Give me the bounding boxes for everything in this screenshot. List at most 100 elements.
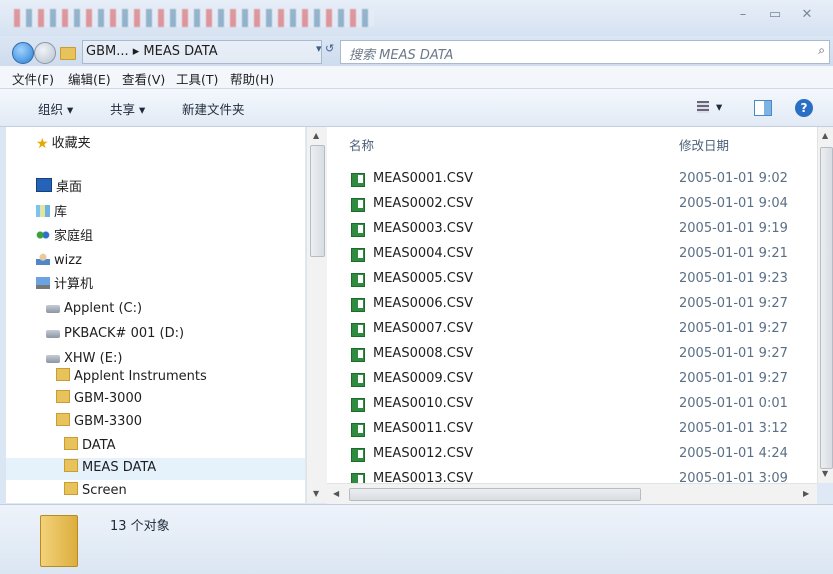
table-row[interactable]: MEAS0007.CSV 2005-01-01 9:27 [327,319,817,341]
nav-folder-screen[interactable]: Screen [64,481,127,501]
close-button[interactable]: ✕ [792,4,822,26]
nav-user[interactable]: wizz [36,251,82,271]
table-row[interactable]: MEAS0004.CSV 2005-01-01 9:21 [327,244,817,266]
table-row[interactable]: MEAS0010.CSV 2005-01-01 0:01 [327,394,817,416]
view-dropdown-icon[interactable]: ▾ [716,99,722,114]
file-date: 2005-01-01 9:27 [679,321,788,336]
table-row[interactable]: MEAS0008.CSV 2005-01-01 9:27 [327,344,817,366]
nav-desktop[interactable]: 桌面 [36,178,82,198]
csv-file-icon [351,473,365,483]
scroll-right-icon[interactable]: ▶ [803,489,809,498]
csv-file-icon [351,223,365,237]
menu-bar: 文件(F) 编辑(E) 查看(V) 工具(T) 帮助(H) [0,66,833,89]
refresh-icon[interactable]: ▾ ↺ [316,42,334,55]
new-folder-button[interactable]: 新建文件夹 [182,99,245,118]
scroll-down-icon[interactable]: ▼ [822,469,828,478]
scroll-left-icon[interactable]: ◀ [333,489,339,498]
nav-folder-gbm3000[interactable]: GBM-3000 [56,389,142,409]
table-row[interactable]: MEAS0005.CSV 2005-01-01 9:23 [327,269,817,291]
nav-folder-data[interactable]: DATA [64,436,116,456]
table-row[interactable]: MEAS0003.CSV 2005-01-01 9:19 [327,219,817,241]
nav-label: 计算机 [54,277,94,292]
scroll-down-icon[interactable]: ▼ [313,489,319,498]
nav-libraries[interactable]: 库 [36,203,67,223]
menu-tools[interactable]: 工具(T) [176,69,218,88]
maximize-button[interactable]: ▭ [760,4,790,26]
file-date: 2005-01-01 3:09 [679,471,788,483]
scroll-up-icon[interactable]: ▲ [313,131,319,140]
file-name: MEAS0004.CSV [373,246,474,261]
table-row[interactable]: MEAS0009.CSV 2005-01-01 9:27 [327,369,817,391]
file-list-scrollbar[interactable]: ▲ ▼ [817,127,833,483]
drive-icon [46,305,60,313]
table-row[interactable]: MEAS0011.CSV 2005-01-01 3:12 [327,419,817,441]
help-icon[interactable]: ? [795,99,813,117]
scroll-up-icon[interactable]: ▲ [822,131,828,140]
column-header-name[interactable]: 名称 [349,135,374,154]
search-input[interactable]: 搜索 MEAS DATA ⌕ [340,40,830,64]
folder-icon [64,459,78,472]
column-header-date[interactable]: 修改日期 [679,135,729,154]
navigation-pane: ★ 收藏夹 桌面 库 家庭组 wizz 计算机 Applent (C:) PKBA… [6,127,305,503]
nav-computer[interactable]: 计算机 [36,275,93,295]
nav-drive-c[interactable]: Applent (C:) [46,299,142,319]
nav-label: MEAS DATA [82,460,157,475]
file-name: MEAS0006.CSV [373,296,474,311]
file-name: MEAS0009.CSV [373,371,474,386]
nav-homegroup[interactable]: 家庭组 [36,227,93,247]
breadcrumb-separator[interactable]: ▸ [133,44,140,59]
view-options-icon[interactable] [697,101,709,113]
table-row[interactable]: MEAS0001.CSV 2005-01-01 9:02 [327,169,817,191]
breadcrumb-gbm[interactable]: GBM... [86,44,129,59]
nav-label: 收藏夹 [51,136,91,151]
folder-icon [60,47,76,60]
preview-pane-icon[interactable] [754,100,772,116]
nav-favorites[interactable]: ★ 收藏夹 [36,134,91,154]
nav-folder-gbm3300[interactable]: GBM-3300 [56,412,142,432]
file-hscroll-thumb[interactable] [349,488,641,501]
menu-view[interactable]: 查看(V) [122,69,165,88]
nav-scroll-thumb[interactable] [310,145,325,257]
file-scroll-thumb[interactable] [820,147,833,469]
file-name: MEAS0002.CSV [373,196,474,211]
quick-access-toolbar[interactable] [14,9,374,27]
nav-drive-e[interactable]: XHW (E:) [46,349,122,369]
file-name: MEAS0010.CSV [373,396,474,411]
menu-help[interactable]: 帮助(H) [230,69,274,88]
file-date: 2005-01-01 9:02 [679,171,788,186]
file-list-hscrollbar[interactable]: ◀ ▶ [327,483,817,504]
nav-drive-d[interactable]: PKBACK# 001 (D:) [46,324,184,344]
search-icon[interactable]: ⌕ [818,43,825,58]
file-date: 2005-01-01 9:27 [679,371,788,386]
csv-file-icon [351,398,365,412]
explorer-window: – ▭ ✕ GBM... ▸ MEAS DATA ▾ ↺ 搜索 MEAS DAT… [0,0,833,574]
star-icon: ★ [36,136,49,152]
folder-icon [56,413,70,426]
share-button[interactable]: 共享 ▾ [110,99,145,118]
menu-file[interactable]: 文件(F) [12,69,54,88]
nav-label: wizz [54,253,82,268]
menu-edit[interactable]: 编辑(E) [68,69,111,88]
table-row[interactable]: MEAS0012.CSV 2005-01-01 4:24 [327,444,817,466]
table-row[interactable]: MEAS0002.CSV 2005-01-01 9:04 [327,194,817,216]
nav-label: 桌面 [56,180,83,195]
nav-folder-applent[interactable]: Applent Instruments [56,367,207,387]
nav-label: PKBACK# 001 (D:) [64,326,185,341]
nav-folder-meas-data[interactable]: MEAS DATA [64,458,156,478]
back-button[interactable] [12,42,34,64]
csv-file-icon [351,423,365,437]
folder-icon [40,515,78,567]
nav-label: XHW (E:) [64,351,123,366]
forward-button[interactable] [34,42,56,64]
file-name: MEAS0001.CSV [373,171,474,186]
breadcrumb-meas-data[interactable]: MEAS DATA [143,44,217,59]
minimize-button[interactable]: – [728,4,758,26]
nav-scrollbar[interactable]: ▲ ▼ [306,127,327,503]
table-row[interactable]: MEAS0013.CSV 2005-01-01 3:09 [327,469,817,483]
table-row[interactable]: MEAS0006.CSV 2005-01-01 9:27 [327,294,817,316]
csv-file-icon [351,198,365,212]
organize-button[interactable]: 组织 ▾ [38,99,73,118]
file-date: 2005-01-01 4:24 [679,446,788,461]
nav-label: 家庭组 [54,229,94,244]
csv-file-icon [351,448,365,462]
